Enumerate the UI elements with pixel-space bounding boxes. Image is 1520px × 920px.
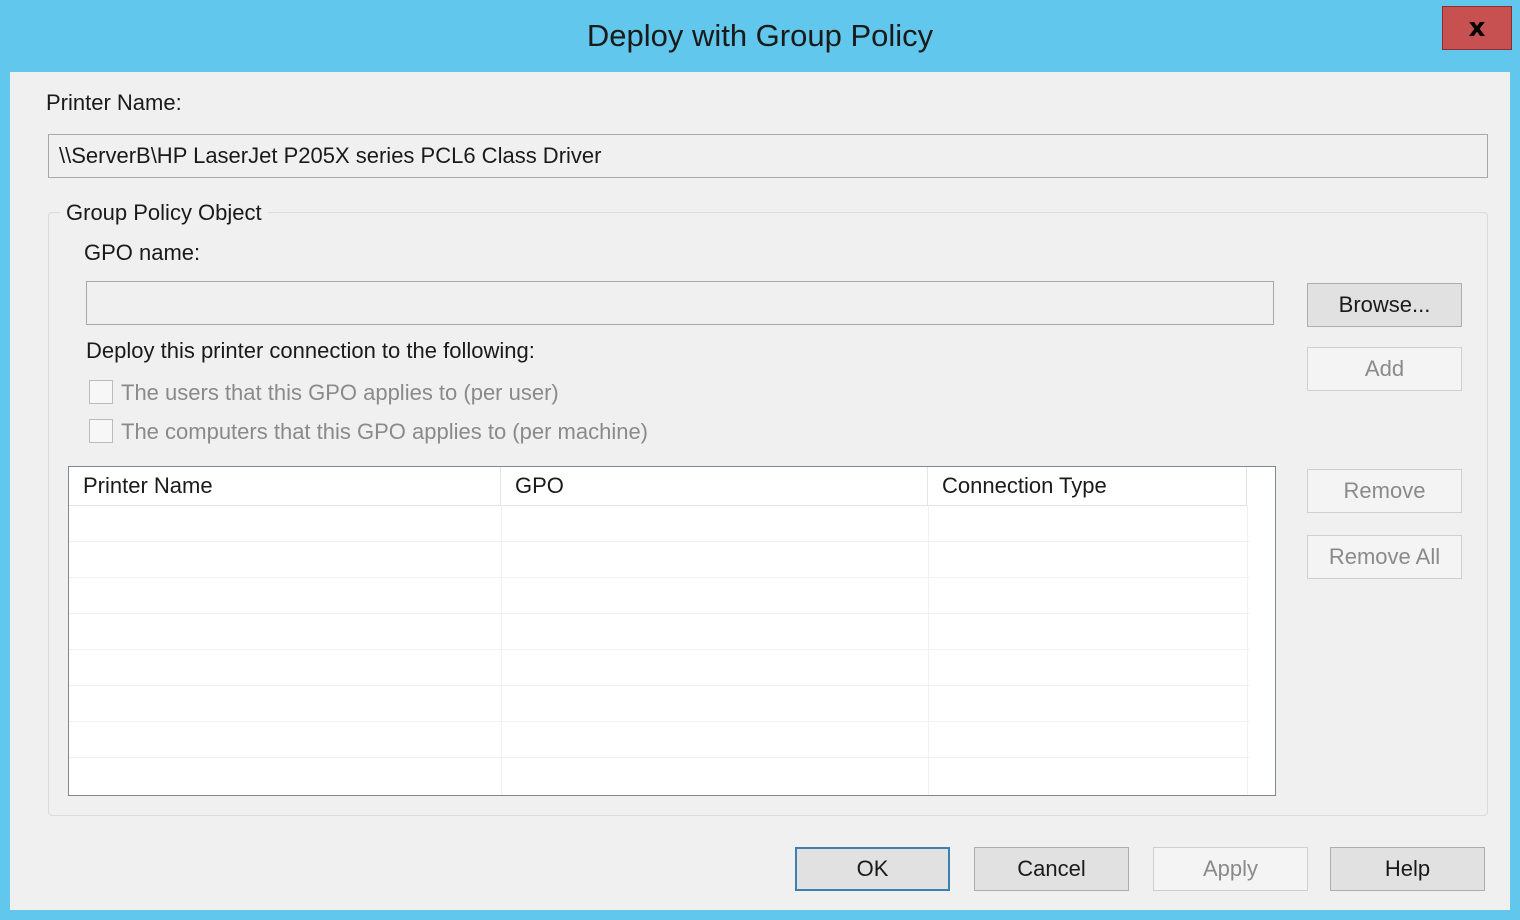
per-machine-label: The computers that this GPO applies to (…	[121, 419, 649, 444]
table-row	[69, 505, 1249, 542]
gpo-name-input[interactable]	[86, 281, 1274, 325]
deploy-label: Deploy this printer connection to the fo…	[86, 338, 535, 363]
remove-all-button[interactable]: Remove All	[1307, 535, 1462, 579]
table-row	[69, 685, 1249, 722]
title-bar[interactable]: Deploy with Group Policy x	[0, 0, 1520, 72]
column-gpo[interactable]: GPO	[501, 467, 928, 505]
column-printer-name[interactable]: Printer Name	[69, 467, 501, 505]
gpo-name-label: GPO name:	[84, 240, 201, 265]
deployment-list[interactable]: Printer Name GPO Connection Type	[68, 466, 1276, 796]
dialog-window: Deploy with Group Policy x Printer Name:…	[0, 0, 1520, 920]
browse-button[interactable]: Browse...	[1307, 283, 1462, 327]
close-icon: x	[1468, 13, 1486, 43]
cancel-button[interactable]: Cancel	[974, 847, 1129, 891]
table-row	[69, 613, 1249, 650]
close-button[interactable]: x	[1442, 6, 1512, 50]
window-title: Deploy with Group Policy	[586, 18, 934, 53]
table-row	[69, 721, 1249, 758]
remove-button[interactable]: Remove	[1307, 469, 1462, 513]
group-policy-object-legend: Group Policy Object	[60, 200, 268, 226]
per-user-checkbox[interactable]	[89, 380, 113, 404]
dialog-body: Printer Name: \\ServerB\HP LaserJet P205…	[10, 72, 1510, 910]
add-button[interactable]: Add	[1307, 347, 1462, 391]
per-machine-checkbox[interactable]	[89, 419, 113, 443]
table-row	[69, 577, 1249, 614]
per-user-label: The users that this GPO applies to (per …	[121, 380, 559, 405]
list-header: Printer Name GPO Connection Type	[69, 467, 1247, 506]
apply-button[interactable]: Apply	[1153, 847, 1308, 891]
help-button[interactable]: Help	[1330, 847, 1485, 891]
printer-name-field: \\ServerB\HP LaserJet P205X series PCL6 …	[48, 134, 1488, 178]
printer-name-label: Printer Name:	[46, 90, 182, 115]
column-connection-type[interactable]: Connection Type	[928, 467, 1247, 505]
table-row	[69, 541, 1249, 578]
table-row	[69, 649, 1249, 686]
ok-button[interactable]: OK	[795, 847, 950, 891]
